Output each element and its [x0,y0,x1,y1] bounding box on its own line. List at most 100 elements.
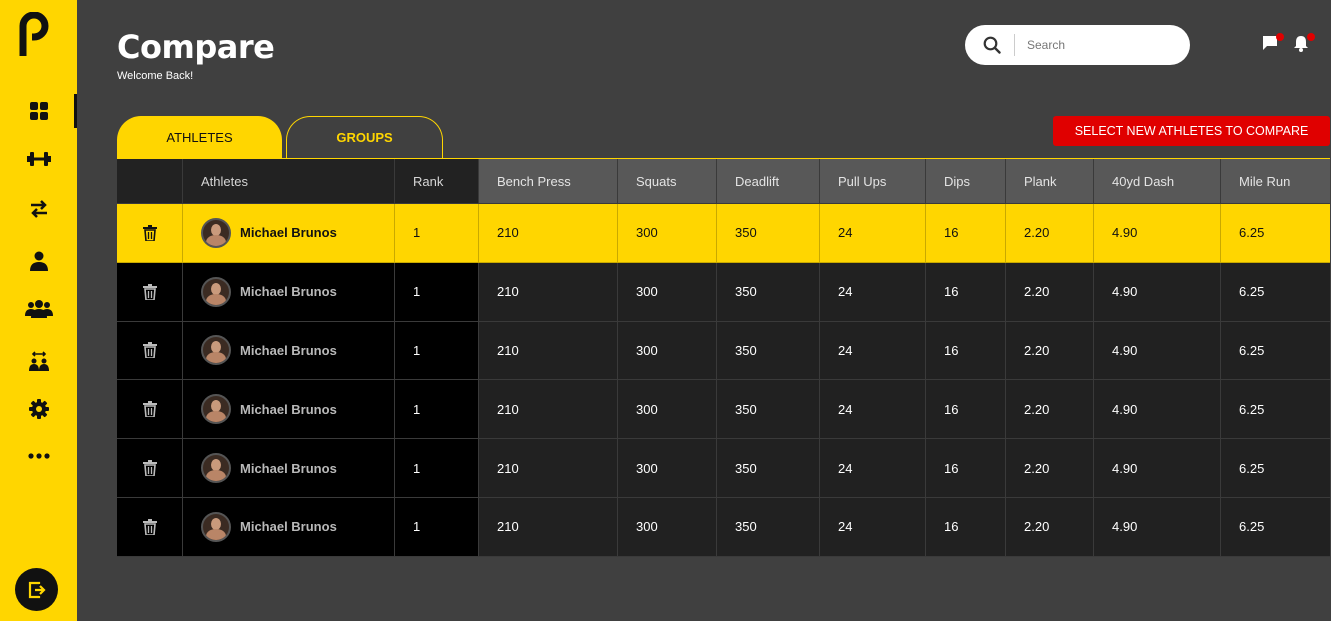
rank-cell: 1 [395,380,479,440]
avatar [201,276,231,307]
page-title: Compare [117,28,275,66]
athlete-cell[interactable]: Michael Brunos [183,204,395,263]
athlete-cell[interactable]: Michael Brunos [183,380,395,440]
squats-cell: 300 [618,380,717,440]
sidebar-item-settings[interactable] [0,392,77,426]
squats-cell: 300 [618,204,717,263]
pullups-cell: 24 [820,380,926,440]
column-header-40yd-dash[interactable]: 40yd Dash [1094,159,1221,204]
rank-cell: 1 [395,439,479,498]
compare-table: Athletes Rank Bench Press Squats Deadlif… [117,158,1330,557]
tab-athletes[interactable]: ATHLETES [117,116,282,158]
column-header-plank[interactable]: Plank [1006,159,1094,204]
column-header-mile-run[interactable]: Mile Run [1221,159,1330,204]
dash-cell: 4.90 [1094,439,1221,498]
messages-button[interactable] [1262,33,1284,55]
pullups-cell: 24 [820,497,926,557]
tab-groups[interactable]: GROUPS [286,116,443,158]
pullups-cell: 24 [820,204,926,263]
trash-icon[interactable] [142,518,157,535]
sidebar-item-profile[interactable] [0,244,77,278]
page-subtitle: Welcome Back! [117,70,194,82]
table-row[interactable]: Michael Brunos 1 210 300 350 24 16 2.20 4.90 6.25 [117,380,1330,440]
mile-cell: 6.25 [1221,497,1330,557]
app-logo[interactable] [17,12,51,58]
column-header-pull-ups[interactable]: Pull Ups [820,159,926,204]
column-header-squats[interactable]: Squats [618,159,717,204]
athlete: Michael Brunos [201,217,337,248]
athlete-name: Michael Brunos [240,401,337,417]
dips-cell: 16 [926,439,1006,498]
dips-cell: 16 [926,321,1006,381]
dips-cell: 16 [926,262,1006,322]
athlete-cell[interactable]: Michael Brunos [183,321,395,381]
search-icon[interactable] [983,36,1001,54]
dash-cell: 4.90 [1094,204,1221,263]
logout-icon [28,581,46,598]
search-box[interactable] [965,25,1190,65]
squats-cell: 300 [618,321,717,381]
delete-cell [117,204,183,263]
search-input[interactable] [1027,34,1177,56]
table-row[interactable]: Michael Brunos 1 210 300 350 24 16 2.20 4.90 6.25 [117,497,1330,557]
delete-cell [117,262,183,322]
gear-icon [28,399,49,419]
trash-icon[interactable] [142,283,157,300]
sidebar-item-dashboard[interactable] [0,94,77,128]
trash-icon[interactable] [142,342,157,359]
athlete-name: Michael Brunos [240,225,337,241]
dash-cell: 4.90 [1094,497,1221,557]
sidebar-item-groups[interactable] [0,292,77,326]
athlete-name: Michael Brunos [240,342,337,358]
column-header-dips[interactable]: Dips [926,159,1006,204]
deadlift-cell: 350 [717,321,820,381]
column-header-athletes[interactable]: Athletes [183,159,395,204]
avatar [201,217,231,248]
trash-icon[interactable] [142,401,157,418]
rank-cell: 1 [395,321,479,381]
deadlift-cell: 350 [717,262,820,322]
sidebar-item-workouts[interactable] [0,142,77,176]
sidebar-item-more[interactable] [0,439,77,473]
pullups-cell: 24 [820,262,926,322]
notification-dot [1276,33,1284,41]
logout-button[interactable] [15,568,58,611]
athlete-cell[interactable]: Michael Brunos [183,497,395,557]
plank-cell: 2.20 [1006,204,1094,263]
trash-icon[interactable] [142,224,157,241]
delete-cell [117,439,183,498]
compare-arrows-icon [30,200,47,218]
team-swap-icon [28,351,49,371]
athlete-cell[interactable]: Michael Brunos [183,439,395,498]
column-header-rank[interactable]: Rank [395,159,479,204]
bench-cell: 210 [479,380,618,440]
mile-cell: 6.25 [1221,204,1330,263]
trash-icon[interactable] [142,460,157,477]
athlete: Michael Brunos [201,276,337,307]
pullups-cell: 24 [820,439,926,498]
select-new-athletes-button[interactable]: SELECT NEW ATHLETES TO COMPARE [1053,116,1330,146]
athlete: Michael Brunos [201,453,337,484]
athlete-name: Michael Brunos [240,519,337,535]
sidebar [0,0,77,621]
dumbbell-icon [26,152,51,166]
table-row[interactable]: Michael Brunos 1 210 300 350 24 16 2.20 4.90 6.25 [117,204,1330,263]
table-row[interactable]: Michael Brunos 1 210 300 350 24 16 2.20 4.90 6.25 [117,321,1330,381]
athlete-cell[interactable]: Michael Brunos [183,262,395,322]
table-header-row: Athletes Rank Bench Press Squats Deadlif… [117,159,1330,204]
dash-cell: 4.90 [1094,380,1221,440]
dips-cell: 16 [926,497,1006,557]
bench-cell: 210 [479,439,618,498]
column-header-bench-press[interactable]: Bench Press [479,159,618,204]
column-header-deadlift[interactable]: Deadlift [717,159,820,204]
plank-cell: 2.20 [1006,262,1094,322]
squats-cell: 300 [618,262,717,322]
avatar [201,335,231,366]
bench-cell: 210 [479,262,618,322]
table-row[interactable]: Michael Brunos 1 210 300 350 24 16 2.20 4.90 6.25 [117,262,1330,322]
sidebar-item-compare[interactable] [0,192,77,226]
dash-cell: 4.90 [1094,321,1221,381]
table-row[interactable]: Michael Brunos 1 210 300 350 24 16 2.20 4.90 6.25 [117,439,1330,498]
sidebar-item-teams[interactable] [0,344,77,378]
notifications-button[interactable] [1293,33,1315,55]
